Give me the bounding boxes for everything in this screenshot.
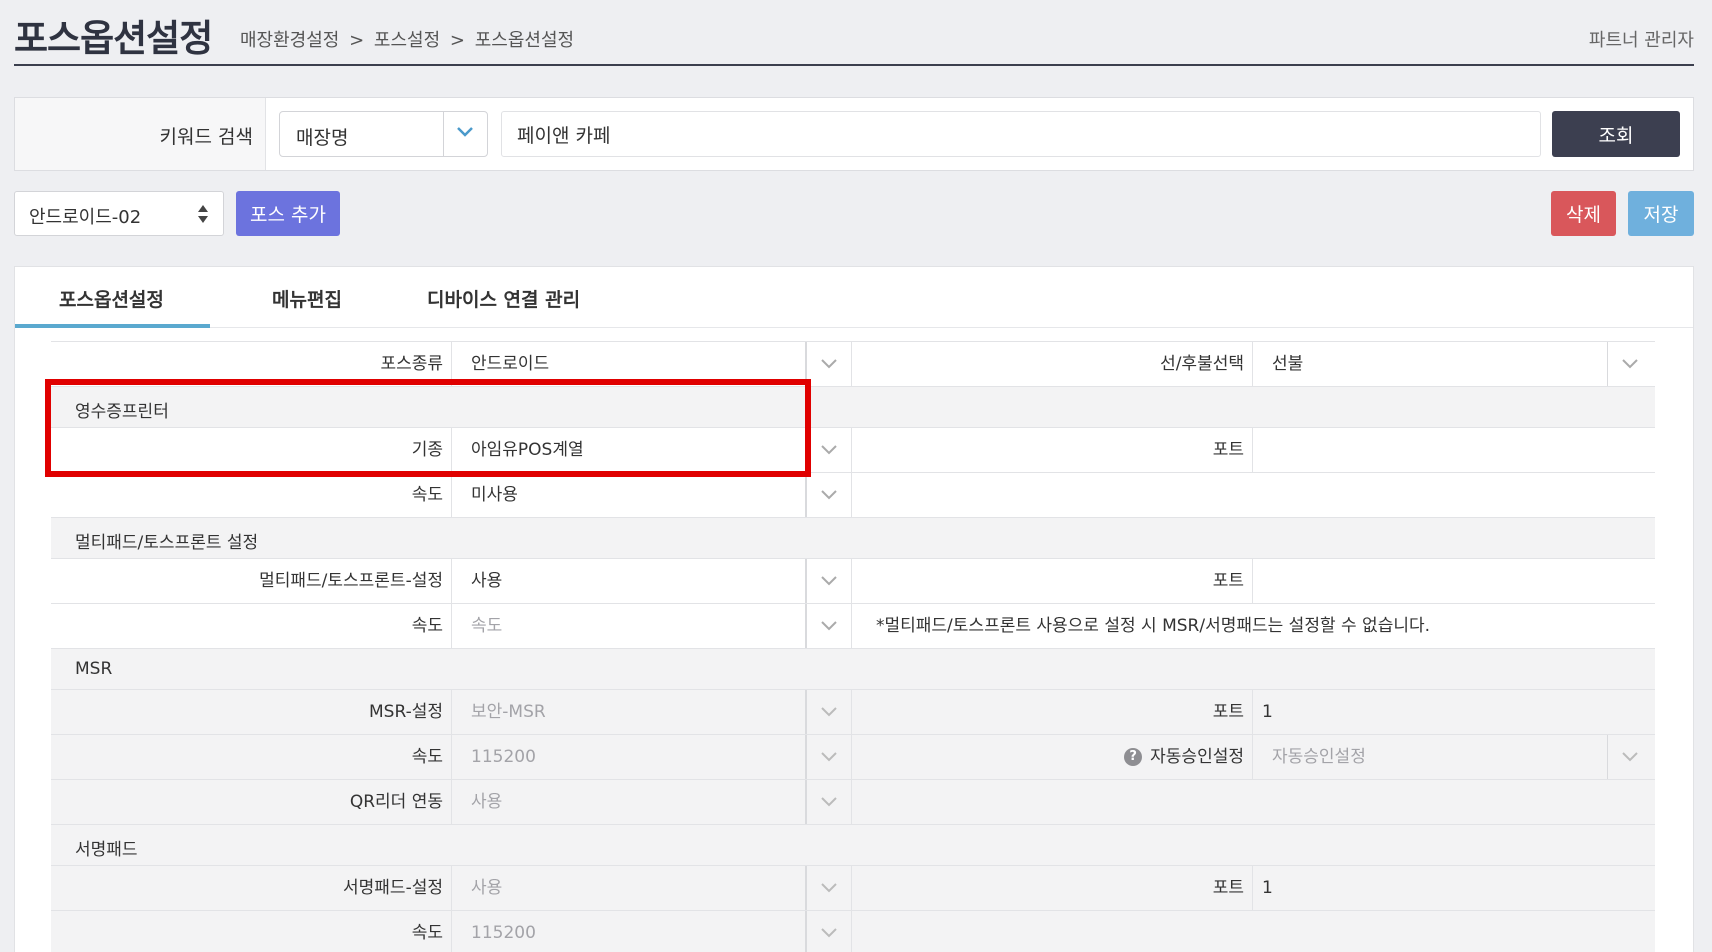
receipt-port-input[interactable] (1253, 428, 1608, 472)
user-name[interactable]: 파트너 관리자 (1589, 26, 1694, 52)
sort-updown-icon (198, 205, 208, 223)
chevron-down-icon[interactable] (443, 112, 487, 156)
receipt-printer-section-title: 영수증프린터 (75, 402, 169, 422)
help-icon[interactable]: ? (1124, 748, 1143, 766)
receipt-speed-label: 속도 (51, 473, 452, 517)
pos-select[interactable]: 안드로이드-02 (14, 191, 224, 236)
chevron-down-icon[interactable] (807, 342, 852, 386)
receipt-port-label: 포트 (852, 428, 1253, 472)
search-panel: 키워드 검색 매장명 조회 (14, 97, 1694, 171)
breadcrumb-item: 포스옵션설정 (474, 30, 575, 51)
tab-menu-edit[interactable]: 메뉴편집 (272, 285, 342, 312)
multipad-port-input[interactable] (1253, 559, 1608, 603)
msr-speed-select[interactable]: 115200 (452, 735, 807, 779)
form-row: 포스종류 안드로이드 선/후불선택 선불 (51, 342, 1655, 387)
msr-speed-label: 속도 (51, 735, 452, 779)
qr-link-label: QR리더 연동 (51, 780, 452, 824)
delete-button[interactable]: 삭제 (1551, 191, 1616, 236)
chevron-down-icon[interactable] (807, 428, 852, 472)
sign-speed-select[interactable]: 115200 (452, 911, 807, 952)
pos-type-select[interactable]: 안드로이드 (452, 342, 807, 386)
breadcrumb-item[interactable]: 포스설정 (374, 30, 440, 51)
pos-select-value: 안드로이드-02 (29, 207, 142, 228)
tab-device-connection[interactable]: 디바이스 연결 관리 (427, 285, 580, 312)
form-row: 서명패드-설정 사용 포트 1 (51, 866, 1655, 911)
search-field-value: 매장명 (296, 127, 349, 149)
section-header: MSR (51, 649, 1655, 690)
chevron-down-icon[interactable] (807, 604, 852, 648)
save-button[interactable]: 저장 (1628, 191, 1694, 236)
page-title: 포스옵션설정 (14, 17, 213, 60)
prepay-select[interactable]: 선불 (1253, 342, 1608, 386)
msr-setting-select[interactable]: 보안-MSR (452, 690, 807, 734)
chevron-down-icon[interactable] (807, 473, 852, 517)
multipad-note: *멀티패드/토스프론트 사용으로 설정 시 MSR/서명패드는 설정할 수 없습… (876, 616, 1431, 636)
sign-setting-label: 서명패드-설정 (51, 866, 452, 910)
main-panel: 포스옵션설정 메뉴편집 디바이스 연결 관리 포스종류 안드로이드 선/후불선택… (14, 266, 1694, 952)
msr-setting-label: MSR-설정 (51, 690, 452, 734)
auto-approve-select[interactable]: 자동승인설정 (1253, 735, 1608, 779)
form-row: 속도 속도 *멀티패드/토스프론트 사용으로 설정 시 MSR/서명패드는 설정… (51, 604, 1655, 649)
search-label: 키워드 검색 (159, 126, 253, 148)
auto-approve-label-cell: ? 자동승인설정 (852, 735, 1253, 779)
breadcrumb-item[interactable]: 매장환경설정 (240, 30, 339, 51)
auto-approve-label: 자동승인설정 (1150, 747, 1244, 767)
pos-type-label: 포스종류 (51, 342, 452, 386)
qr-link-select[interactable]: 사용 (452, 780, 807, 824)
multipad-speed-select[interactable]: 속도 (452, 604, 807, 648)
search-field-select[interactable]: 매장명 (279, 111, 488, 157)
tab-active-indicator (15, 324, 210, 328)
chevron-down-icon[interactable] (807, 690, 852, 734)
chevron-down-icon[interactable] (807, 911, 852, 952)
prepay-label: 선/후불선택 (852, 342, 1253, 386)
search-label-cell: 키워드 검색 (15, 98, 266, 170)
chevron-down-icon[interactable] (1608, 735, 1653, 779)
tab-bar: 포스옵션설정 메뉴편집 디바이스 연결 관리 (15, 267, 1693, 328)
sign-port-input[interactable]: 1 (1253, 866, 1608, 910)
chevron-down-icon[interactable] (807, 735, 852, 779)
section-header: 영수증프린터 (51, 387, 1655, 428)
search-button[interactable]: 조회 (1552, 111, 1680, 157)
options-form: 포스종류 안드로이드 선/후불선택 선불 영수증프린터 기종 아임유POS계열 … (51, 341, 1655, 952)
chevron-down-icon[interactable] (807, 780, 852, 824)
page-header: 포스옵션설정 매장환경설정 > 포스설정 > 포스옵션설정 파트너 관리자 (14, 0, 1694, 66)
form-row: 속도 115200 ? 자동승인설정 자동승인설정 (51, 735, 1655, 780)
breadcrumb-separator: > (349, 30, 365, 51)
msr-port-label: 포트 (852, 690, 1253, 734)
sign-setting-select[interactable]: 사용 (452, 866, 807, 910)
form-row: 멀티패드/토스프론트-설정 사용 포트 (51, 559, 1655, 604)
sign-speed-label: 속도 (51, 911, 452, 952)
form-row: 속도 115200 (51, 911, 1655, 952)
multipad-port-label: 포트 (852, 559, 1253, 603)
form-row: 속도 미사용 (51, 473, 1655, 518)
search-input[interactable] (501, 111, 1541, 157)
receipt-model-label: 기종 (51, 428, 452, 472)
multipad-setting-label: 멀티패드/토스프론트-설정 (51, 559, 452, 603)
form-row: 기종 아임유POS계열 포트 (51, 428, 1655, 473)
multipad-section-title: 멀티패드/토스프론트 설정 (75, 533, 259, 553)
chevron-down-icon[interactable] (807, 866, 852, 910)
receipt-speed-select[interactable]: 미사용 (452, 473, 807, 517)
breadcrumb: 매장환경설정 > 포스설정 > 포스옵션설정 (240, 26, 578, 52)
chevron-down-icon[interactable] (1608, 342, 1653, 386)
receipt-model-select[interactable]: 아임유POS계열 (452, 428, 807, 472)
sign-port-label: 포트 (852, 866, 1253, 910)
sign-pad-section-title: 서명패드 (75, 840, 138, 860)
form-row: MSR-설정 보안-MSR 포트 1 (51, 690, 1655, 735)
add-pos-button[interactable]: 포스 추가 (236, 191, 340, 236)
msr-port-input[interactable]: 1 (1253, 690, 1608, 734)
msr-section-title: MSR (75, 659, 113, 679)
section-header: 서명패드 (51, 825, 1655, 866)
tab-pos-options[interactable]: 포스옵션설정 (59, 285, 164, 312)
multipad-speed-label: 속도 (51, 604, 452, 648)
form-row: QR리더 연동 사용 (51, 780, 1655, 825)
multipad-setting-select[interactable]: 사용 (452, 559, 807, 603)
breadcrumb-separator: > (449, 30, 465, 51)
chevron-down-icon[interactable] (807, 559, 852, 603)
section-header: 멀티패드/토스프론트 설정 (51, 518, 1655, 559)
